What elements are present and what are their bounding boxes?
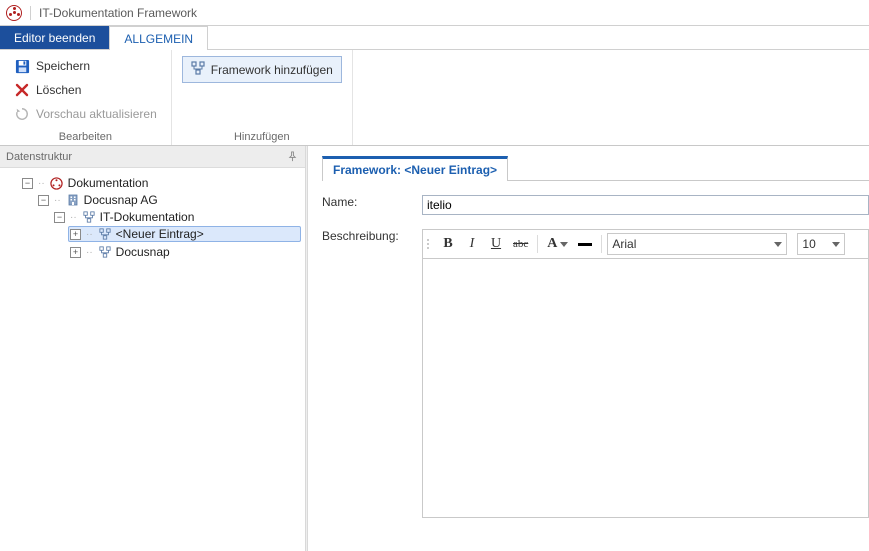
content-tabs: Framework: <Neuer Eintrag> — [322, 156, 869, 181]
exit-editor-tab[interactable]: Editor beenden — [0, 26, 109, 49]
add-framework-label: Framework hinzufügen — [211, 63, 333, 77]
strikethrough-button[interactable]: abc — [509, 233, 532, 255]
name-label: Name: — [322, 195, 422, 209]
ribbon: Speichern Löschen Vorschau aktualisieren… — [0, 50, 869, 146]
font-size-value: 10 — [802, 237, 815, 251]
refresh-icon — [14, 106, 30, 122]
collapse-toggle[interactable]: − — [54, 212, 65, 223]
font-family-value: Arial — [612, 237, 636, 251]
title-bar: IT-Dokumentation Framework — [0, 0, 869, 26]
italic-button[interactable]: I — [461, 233, 483, 255]
tree-label: Docusnap AG — [84, 193, 158, 207]
delete-button[interactable]: Löschen — [10, 80, 161, 100]
tree-node-root[interactable]: − ·· Dokumentation — [20, 175, 301, 191]
tree-node-org[interactable]: − ·· Docusnap AG — [36, 192, 301, 208]
app-icon — [50, 176, 64, 190]
refresh-preview-button: Vorschau aktualisieren — [10, 104, 161, 124]
tree: − ·· Dokumentation − ·· — [0, 168, 305, 270]
framework-icon — [82, 210, 96, 224]
chevron-down-icon — [774, 242, 782, 247]
expand-toggle[interactable]: + — [70, 247, 81, 258]
ribbon-tabs: Editor beenden ALLGEMEIN — [0, 26, 869, 50]
font-family-select[interactable]: Arial — [607, 233, 787, 255]
bold-button[interactable]: B — [437, 233, 459, 255]
collapse-toggle[interactable]: − — [22, 178, 33, 189]
group-edit-label: Bearbeiten — [10, 127, 161, 143]
save-icon — [14, 58, 30, 74]
tab-allgemein[interactable]: ALLGEMEIN — [109, 26, 208, 50]
content-tab-framework[interactable]: Framework: <Neuer Eintrag> — [322, 156, 508, 181]
pin-icon[interactable] — [287, 151, 299, 163]
font-size-select[interactable]: 10 — [797, 233, 845, 255]
save-label: Speichern — [36, 59, 90, 73]
font-color-bar[interactable] — [574, 233, 596, 255]
name-input[interactable] — [422, 195, 869, 215]
ribbon-group-add: Framework hinzufügen Hinzufügen — [172, 50, 353, 145]
delete-icon — [14, 82, 30, 98]
tree-node-new-entry[interactable]: + ·· <Neuer Eintrag> — [68, 226, 301, 242]
left-panel: Datenstruktur − ·· Dokumentation — [0, 146, 305, 551]
form-area: Name: Beschreibung: B I U abc — [322, 181, 869, 532]
tree-label: IT-Dokumentation — [100, 210, 195, 224]
ribbon-group-edit: Speichern Löschen Vorschau aktualisieren… — [0, 50, 172, 145]
underline-button[interactable]: U — [485, 233, 507, 255]
rte-toolbar: B I U abc A Ari — [422, 229, 869, 258]
tree-label: Dokumentation — [68, 176, 149, 190]
refresh-label: Vorschau aktualisieren — [36, 107, 157, 121]
add-framework-button[interactable]: Framework hinzufügen — [182, 56, 342, 83]
font-color-button[interactable]: A — [543, 233, 572, 255]
tree-node-docusnap[interactable]: + ·· Docusnap — [68, 244, 301, 260]
left-panel-title: Datenstruktur — [6, 151, 72, 163]
framework-icon — [191, 61, 205, 78]
collapse-toggle[interactable]: − — [38, 195, 49, 206]
save-button[interactable]: Speichern — [10, 56, 161, 76]
delete-label: Löschen — [36, 83, 81, 97]
title-divider — [30, 6, 31, 20]
expand-toggle[interactable]: + — [70, 229, 81, 240]
description-label: Beschreibung: — [322, 229, 422, 243]
framework-icon — [98, 245, 112, 259]
window-title: IT-Dokumentation Framework — [39, 6, 197, 20]
tree-node-itdoc[interactable]: − ·· IT-Dokumentation — [52, 209, 301, 225]
work-area: Datenstruktur − ·· Dokumentation — [0, 146, 869, 551]
chevron-down-icon — [832, 242, 840, 247]
right-panel: Framework: <Neuer Eintrag> Name: Beschre… — [308, 146, 869, 551]
tree-label: <Neuer Eintrag> — [116, 227, 204, 241]
app-icon — [6, 5, 22, 21]
left-panel-header: Datenstruktur — [0, 146, 305, 168]
tree-label: Docusnap — [116, 245, 170, 259]
toolbar-grip — [427, 239, 431, 249]
rte-editor[interactable] — [422, 258, 869, 518]
framework-icon — [98, 227, 112, 241]
group-add-label: Hinzufügen — [182, 127, 342, 143]
building-icon — [66, 193, 80, 207]
